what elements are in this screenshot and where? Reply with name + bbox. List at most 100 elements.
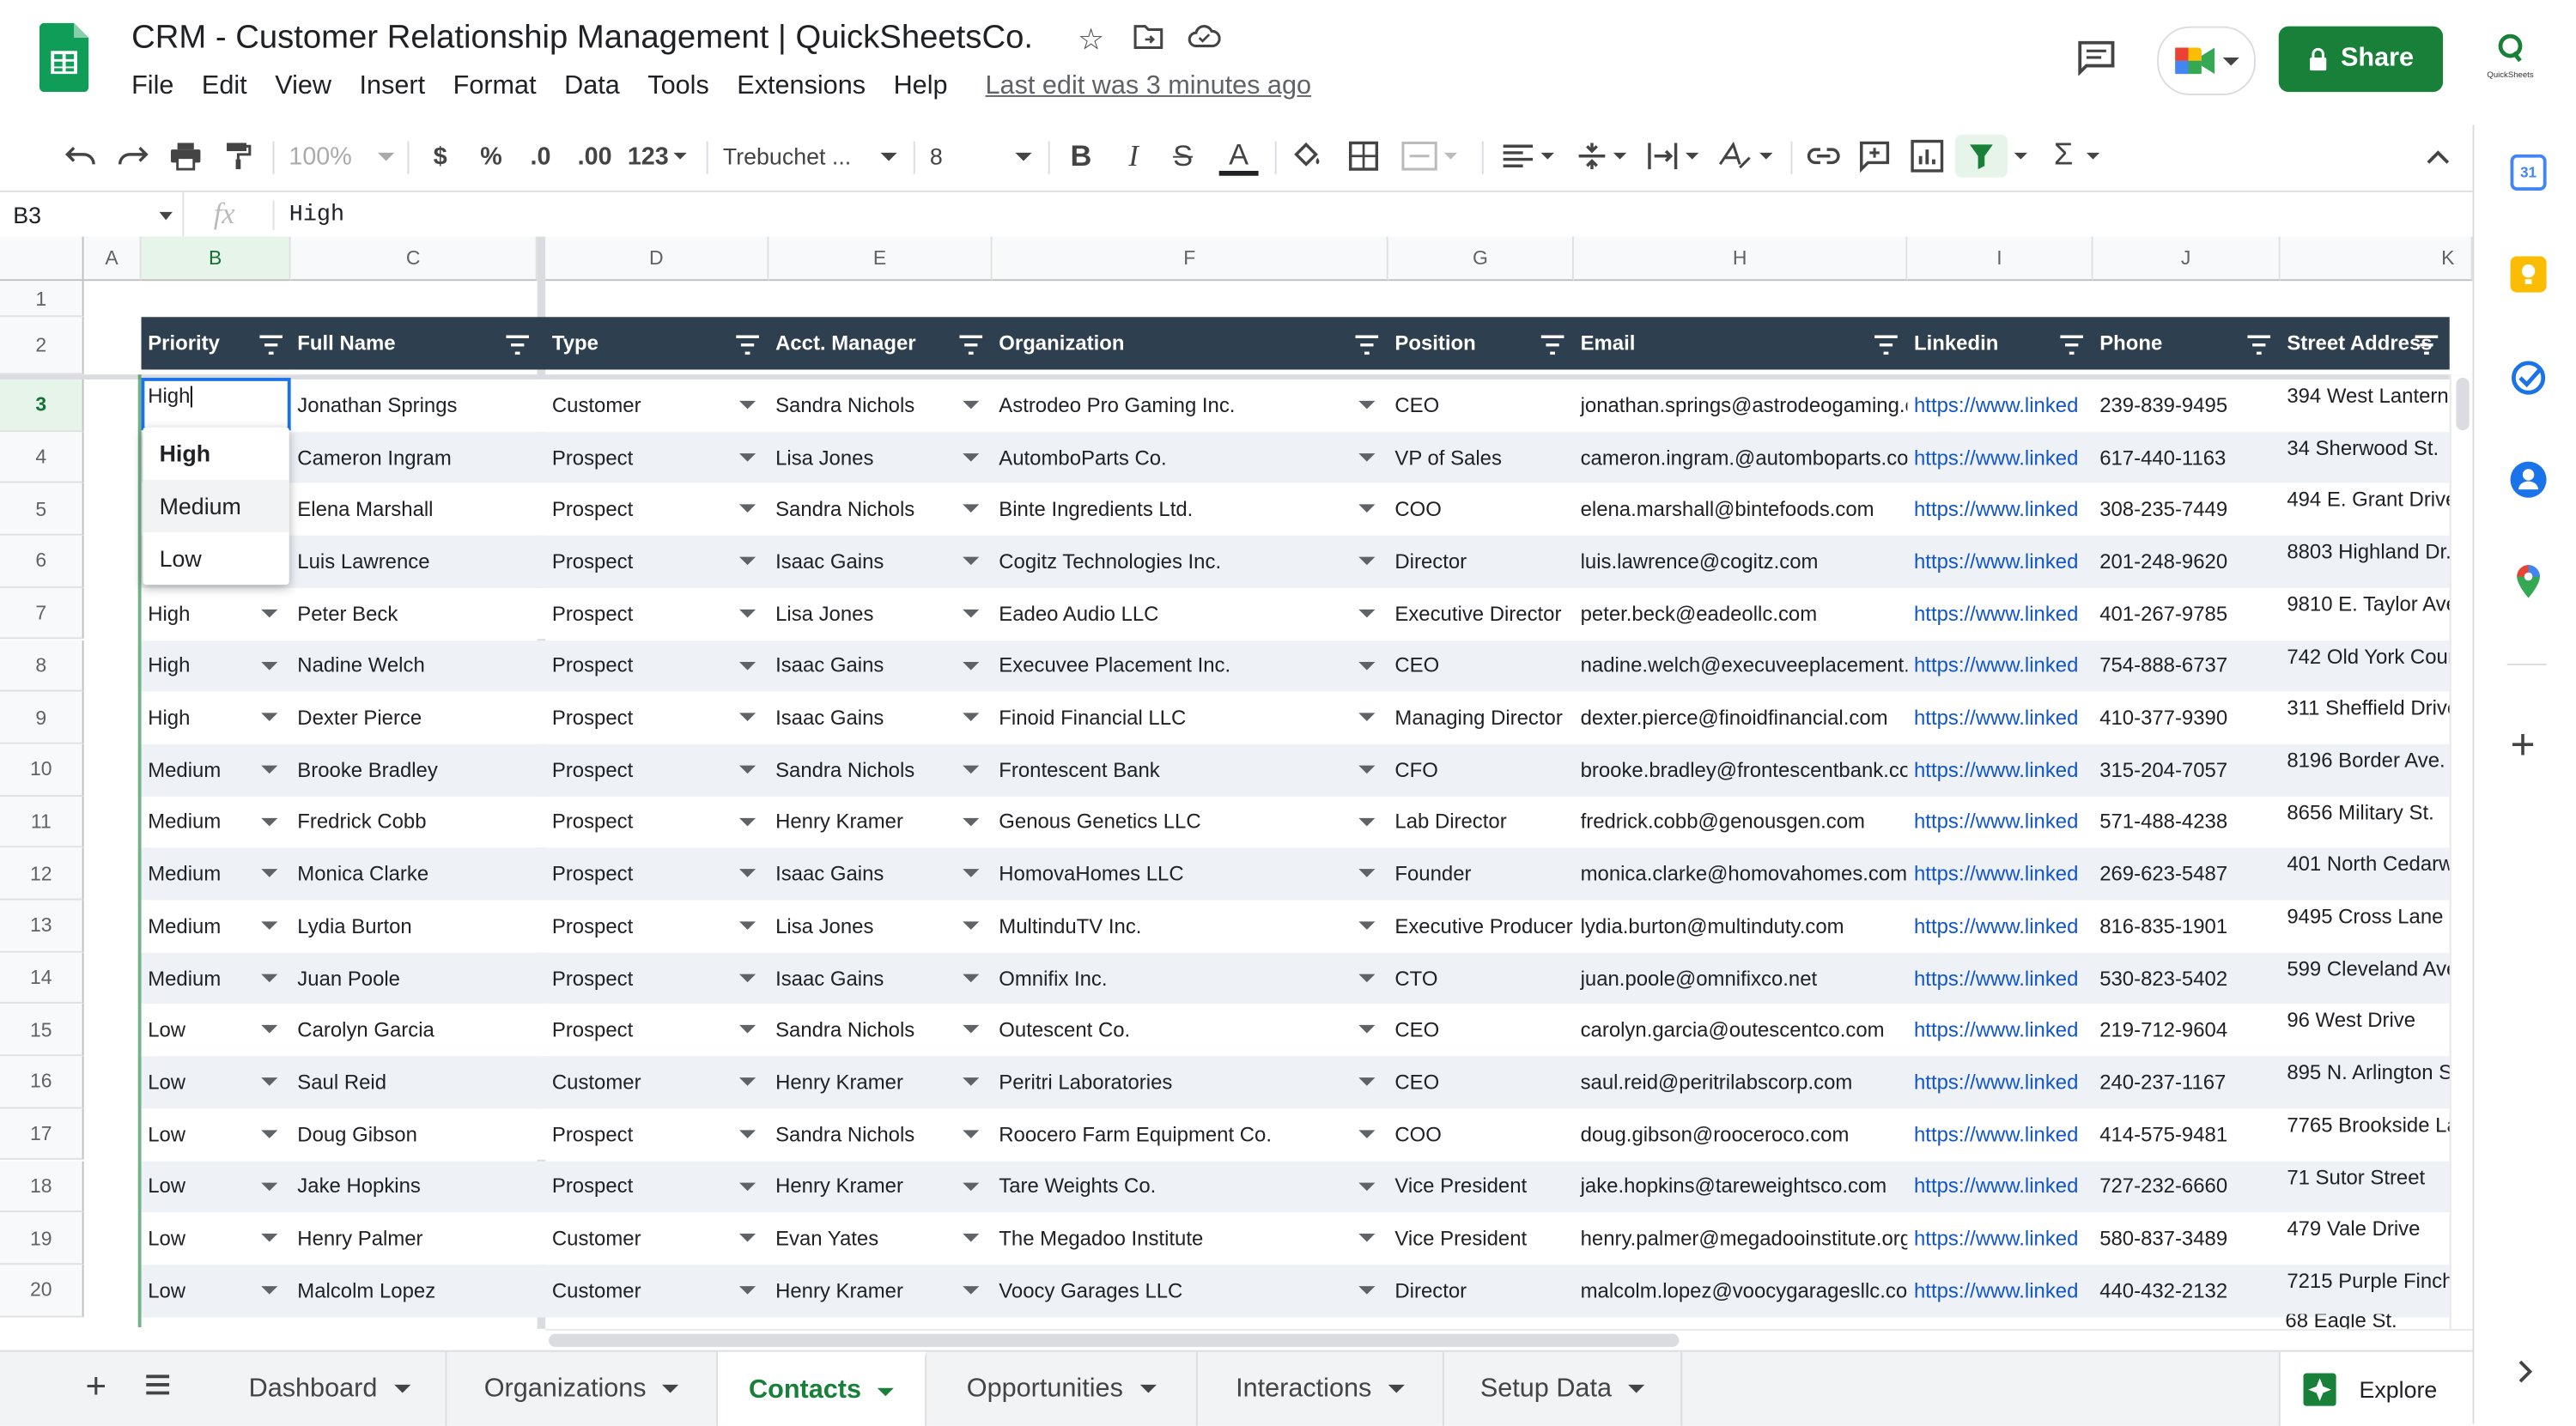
cell-priority[interactable]: Low: [148, 1175, 185, 1198]
cell[interactable]: Prospect: [545, 744, 769, 797]
dropdown-chevron-icon[interactable]: [261, 661, 278, 670]
row-header-4[interactable]: 4: [0, 431, 84, 484]
cell-linkedin[interactable]: https://www.linked: [1914, 394, 2078, 417]
cell[interactable]: https://www.linked: [1907, 1265, 2093, 1317]
dropdown-chevron-icon[interactable]: [261, 869, 278, 878]
cell[interactable]: Tare Weights Co.: [993, 1161, 1388, 1213]
document-title[interactable]: CRM - Customer Relationship Management |…: [131, 20, 1033, 58]
cell[interactable]: Monica Clarke: [291, 848, 538, 901]
column-header-b[interactable]: B: [141, 236, 291, 282]
cell[interactable]: Carolyn Garcia: [291, 1004, 538, 1057]
dropdown-chevron-icon[interactable]: [1358, 556, 1376, 566]
cell-position[interactable]: CEO: [1394, 1071, 1439, 1094]
cell[interactable]: CEO: [1388, 379, 1574, 432]
cell-street-address[interactable]: 9810 E. Taylor Ave.: [2287, 592, 2449, 616]
cell[interactable]: Director: [1388, 536, 1574, 588]
cell-full-name[interactable]: Elena Marshall: [297, 498, 433, 521]
row-header-18[interactable]: 18: [0, 1160, 84, 1213]
cell[interactable]: 479 Vale Drive: [2281, 1212, 2450, 1265]
cell[interactable]: Lisa Jones: [769, 900, 992, 952]
cell-street-address[interactable]: 494 E. Grant Drive: [2287, 488, 2449, 512]
dropdown-chevron-icon[interactable]: [963, 1077, 980, 1086]
cell[interactable]: 571-488-4238: [2093, 796, 2281, 848]
filter-icon[interactable]: [1954, 134, 2008, 178]
cell-street-address[interactable]: 599 Cleveland Ave.: [2287, 957, 2449, 980]
cell-type[interactable]: Customer: [552, 1279, 641, 1302]
cell[interactable]: 895 N. Arlington St: [2281, 1056, 2449, 1108]
cell[interactable]: Isaac Gains: [769, 952, 992, 1004]
percent-button[interactable]: %: [475, 138, 507, 174]
cell-linkedin[interactable]: https://www.linked: [1914, 758, 2078, 781]
column-filter-icon[interactable]: [959, 333, 983, 355]
row-header-5[interactable]: 5: [0, 483, 84, 536]
cell[interactable]: 71 Sutor Street: [2281, 1161, 2450, 1213]
cell[interactable]: Sandra Nichols: [769, 1108, 992, 1161]
cell-street-address[interactable]: 401 North Cedarwo: [2287, 853, 2449, 877]
cell-organization[interactable]: HomovaHomes LLC: [999, 863, 1183, 886]
dropdown-chevron-icon[interactable]: [738, 1129, 756, 1138]
cell-street-address[interactable]: 96 West Drive: [2287, 1010, 2415, 1033]
cell-organization[interactable]: MultinduTV Inc.: [999, 914, 1141, 938]
cell-acct-manager[interactable]: Sandra Nichols: [775, 758, 914, 781]
dropdown-chevron-icon[interactable]: [963, 1285, 980, 1295]
cell-phone[interactable]: 617-440-1163: [2099, 446, 2226, 470]
move-folder-icon[interactable]: [1133, 23, 1163, 58]
cell[interactable]: Outescent Co.: [993, 1004, 1388, 1057]
dropdown-chevron-icon[interactable]: [738, 817, 756, 826]
sheets-logo[interactable]: [39, 22, 89, 93]
cell-street-address[interactable]: 34 Sherwood St.: [2287, 436, 2439, 459]
cell-full-name[interactable]: Cameron Ingram: [297, 446, 451, 470]
cell-phone[interactable]: 315-204-7057: [2099, 758, 2227, 781]
cell[interactable]: https://www.linked: [1907, 692, 2093, 744]
cell-priority[interactable]: Medium: [148, 967, 221, 990]
cell-acct-manager[interactable]: Henry Kramer: [775, 1279, 903, 1302]
cell-organization[interactable]: Genous Genetics LLC: [999, 810, 1200, 834]
sheet-tab-dashboard[interactable]: Dashboard: [214, 1351, 447, 1426]
cell[interactable]: luis.lawrence@cogitz.com: [1574, 536, 1907, 588]
cell-email[interactable]: nadine.welch@execuveeplacement.n: [1581, 654, 1908, 677]
cell-email[interactable]: malcolm.lopez@voocygaragesllc.com: [1581, 1279, 1908, 1302]
cell-priority[interactable]: Medium: [148, 914, 221, 938]
column-filter-icon[interactable]: [506, 333, 530, 355]
cell[interactable]: Lisa Jones: [769, 432, 992, 484]
cell-position[interactable]: Vice President: [1394, 1175, 1527, 1198]
cell-phone[interactable]: 410-377-9390: [2099, 707, 2227, 730]
dropdown-chevron-icon[interactable]: [1358, 400, 1376, 410]
cell-street-address[interactable]: 479 Vale Drive: [2287, 1217, 2420, 1241]
cell[interactable]: 494 E. Grant Drive: [2281, 483, 2449, 536]
cell[interactable]: Isaac Gains: [769, 848, 992, 901]
cell[interactable]: Prospect: [545, 640, 769, 692]
cell-organization[interactable]: Binte Ingredients Ltd.: [999, 498, 1193, 521]
cell[interactable]: Prospect: [545, 848, 769, 901]
cell-acct-manager[interactable]: Henry Kramer: [775, 1071, 903, 1094]
row-header-11[interactable]: 11: [0, 796, 84, 848]
cell-full-name[interactable]: Juan Poole: [297, 967, 400, 990]
cell-type[interactable]: Prospect: [552, 654, 633, 677]
dropdown-chevron-icon[interactable]: [1358, 661, 1376, 670]
cell[interactable]: Prospect: [545, 692, 769, 744]
row-header-6[interactable]: 6: [0, 535, 84, 588]
text-wrapping-icon[interactable]: [1643, 138, 1702, 174]
cell[interactable]: Founder: [1388, 848, 1574, 901]
cell[interactable]: 239-839-9495: [2093, 379, 2281, 432]
cell-position[interactable]: VP of Sales: [1394, 446, 1502, 470]
cell-acct-manager[interactable]: Isaac Gains: [775, 863, 884, 886]
cell[interactable]: juan.poole@omnifixco.net: [1574, 952, 1907, 1004]
cell-linkedin[interactable]: https://www.linked: [1914, 1019, 2078, 1042]
cell-full-name[interactable]: Fredrick Cobb: [297, 810, 426, 834]
insert-comment-icon[interactable]: [1856, 138, 1893, 174]
cell-acct-manager[interactable]: Evan Yates: [775, 1227, 878, 1250]
dropdown-chevron-icon[interactable]: [1358, 765, 1376, 774]
dropdown-chevron-icon[interactable]: [738, 609, 756, 618]
cell[interactable]: Genous Genetics LLC: [993, 796, 1388, 848]
decrease-decimal-button[interactable]: .0: [522, 138, 558, 174]
cell-linkedin[interactable]: https://www.linked: [1914, 602, 2078, 625]
row-header-3[interactable]: 3: [0, 379, 84, 432]
dropdown-chevron-icon[interactable]: [738, 1077, 756, 1086]
column-header-k[interactable]: K: [2280, 236, 2473, 282]
cell-acct-manager[interactable]: Lisa Jones: [775, 446, 873, 470]
cell-acct-manager[interactable]: Sandra Nichols: [775, 394, 914, 417]
cell[interactable]: Dexter Pierce: [291, 692, 538, 744]
dropdown-chevron-icon[interactable]: [738, 505, 756, 513]
cell[interactable]: Lab Director: [1388, 796, 1574, 848]
